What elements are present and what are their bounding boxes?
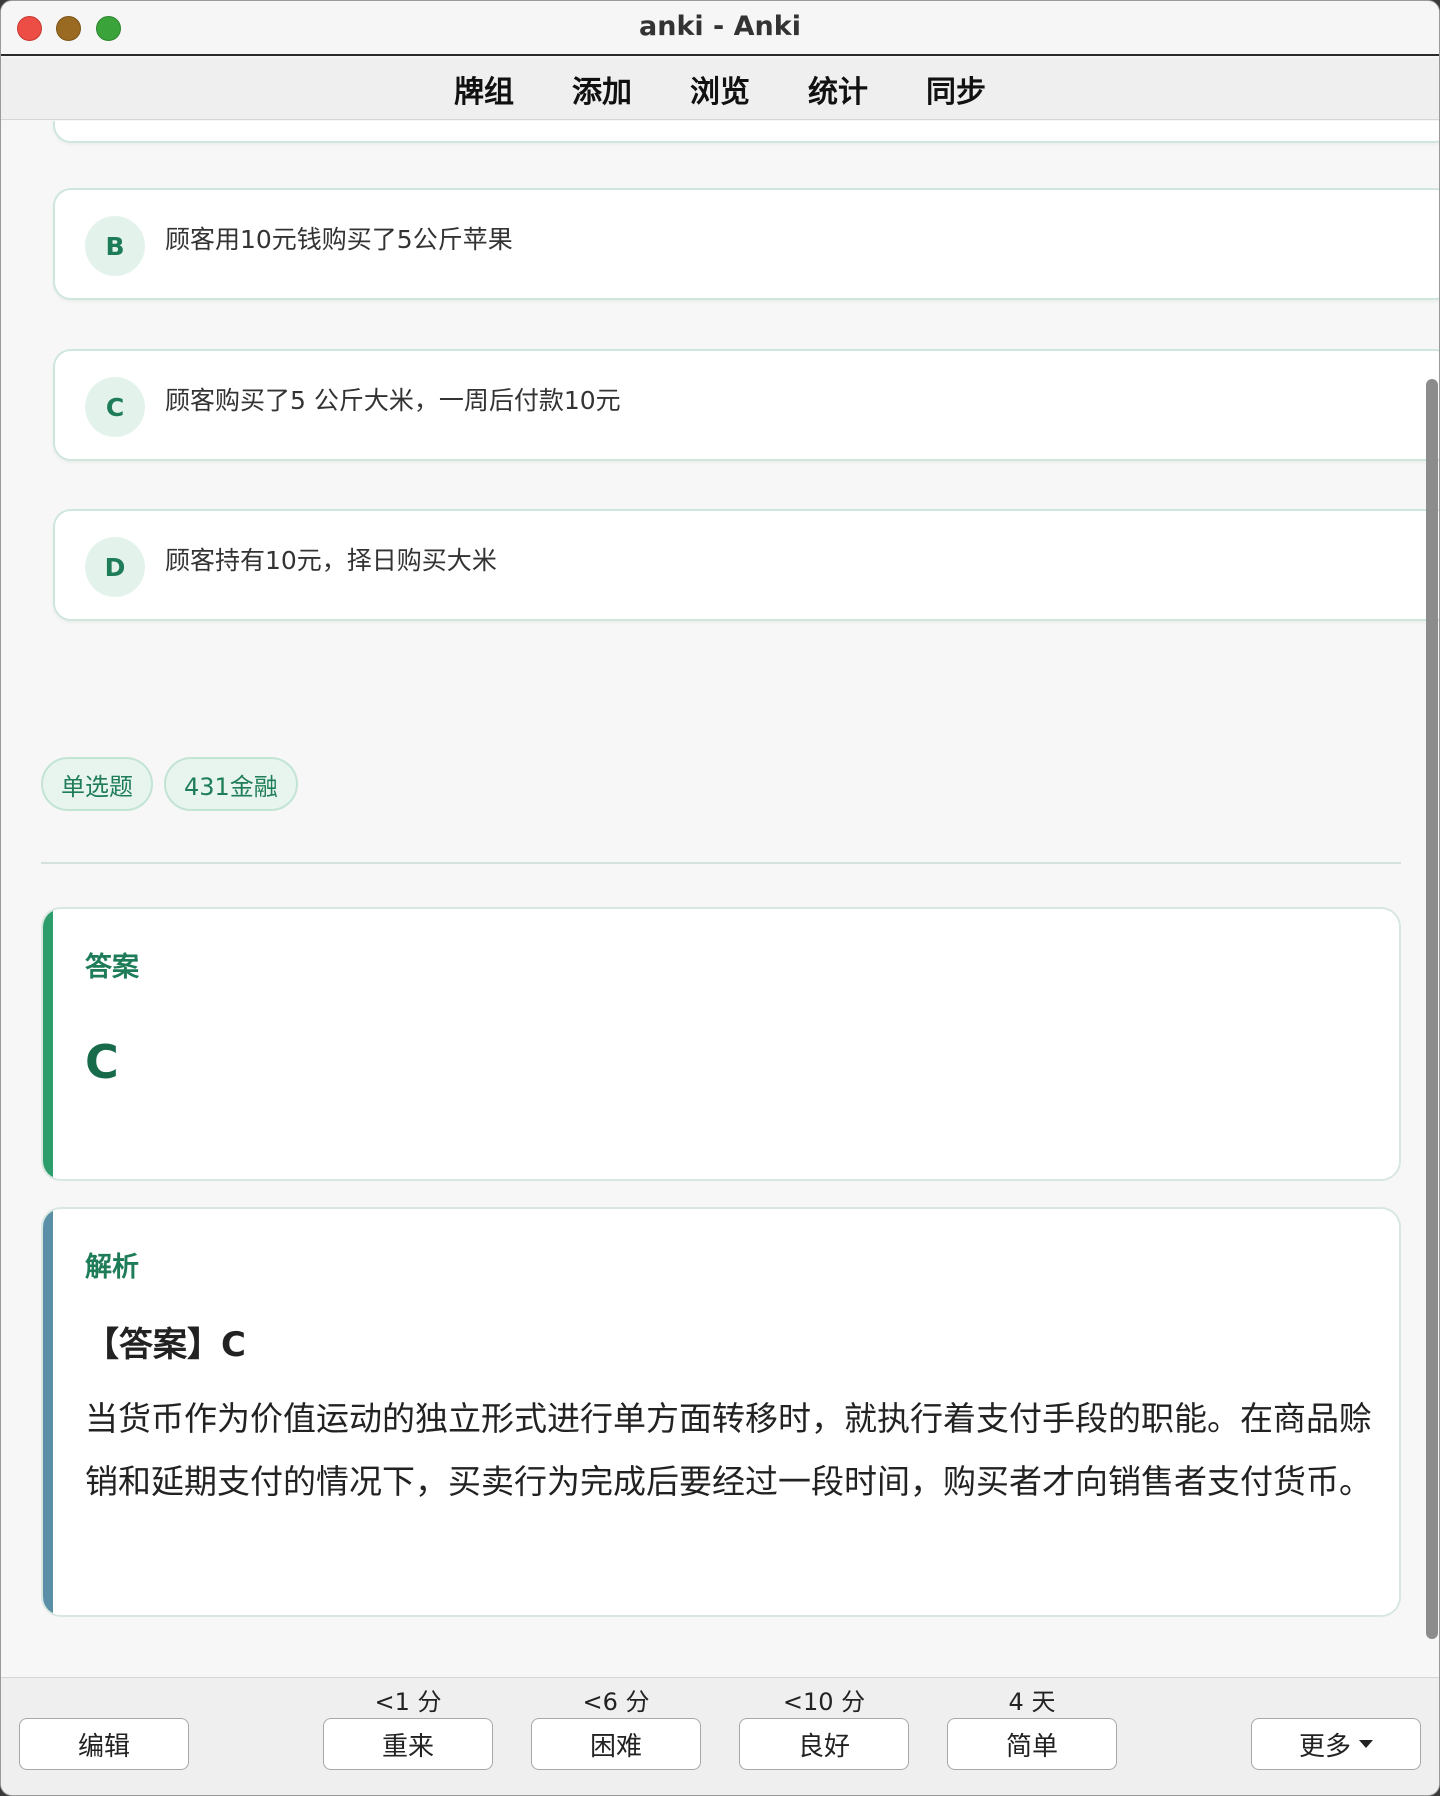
chevron-down-icon [1359,1740,1373,1748]
easy-button-label: 简单 [1005,1731,1058,1762]
answer-value: C [85,1035,119,1089]
option-card-c: C 顾客购买了5 公斤大米，一周后付款10元 [53,349,1439,461]
more-button-label: 更多 [1298,1731,1351,1762]
hard-interval: <6 分 [582,1688,650,1716]
good-button[interactable]: 良好 [739,1718,909,1770]
hard-button-label: 困难 [589,1731,642,1762]
tag-list: 单选题 431金融 [41,757,298,811]
edit-button[interactable]: 编辑 [19,1718,189,1770]
more-button[interactable]: 更多 [1251,1718,1421,1770]
option-text: 顾客购买了5 公斤大米，一周后付款10元 [165,386,621,415]
menu-stats[interactable]: 统计 [779,67,897,111]
good-interval: <10 分 [782,1688,866,1716]
easy-button[interactable]: 简单 [947,1718,1117,1770]
option-text: 顾客用10元钱购买了5公斤苹果 [165,225,513,254]
analysis-label: 解析 [85,1252,139,1283]
anki-window: anki - Anki 牌组 添加 浏览 统计 同步 B 顾客用10元钱购买了5… [0,0,1440,1796]
option-letter-badge: B [85,216,145,276]
option-card-b: B 顾客用10元钱购买了5公斤苹果 [53,188,1439,300]
top-toolbar: 牌组 添加 浏览 统计 同步 [1,58,1439,120]
analysis-card: 解析 【答案】C 当货币作为价值运动的独立形式进行单方面转移时，就执行着支付手段… [41,1207,1401,1617]
answer-label: 答案 [85,952,139,983]
analysis-accent-bar [43,1209,53,1615]
option-letter-badge: D [85,537,145,597]
answer-bar: 编辑 <1 分 重来 <6 分 困难 <10 分 良好 4 天 简单 更多 [1,1677,1439,1795]
option-text: 顾客持有10元，择日购买大米 [165,546,497,575]
hard-button[interactable]: 困难 [531,1718,701,1770]
tag-question-type: 单选题 [41,757,153,811]
menu-decks[interactable]: 牌组 [425,67,543,111]
analysis-text: 当货币作为价值运动的独立形式进行单方面转移时，就执行着支付手段的职能。在商品赊销… [85,1399,1372,1501]
good-button-label: 良好 [797,1731,850,1762]
tag-subject: 431金融 [164,757,298,811]
answer-accent-bar [43,909,53,1179]
menu-browse[interactable]: 浏览 [661,67,779,111]
title-bar: anki - Anki [1,1,1439,56]
again-button[interactable]: 重来 [323,1718,493,1770]
scrollbar[interactable] [1423,121,1439,1677]
answer-card: 答案 C [41,907,1401,1181]
scrollbar-thumb[interactable] [1426,379,1438,1639]
menu-sync[interactable]: 同步 [897,67,1015,111]
answer-divider [41,862,1401,864]
window-title: anki - Anki [639,11,801,42]
option-letter-badge: C [85,377,145,437]
again-button-label: 重来 [381,1731,434,1762]
easy-interval: 4 天 [1008,1688,1056,1716]
option-card-partial [53,121,1439,143]
edit-button-label: 编辑 [77,1731,130,1762]
again-interval: <1 分 [374,1688,442,1716]
analysis-heading: 【答案】C [85,1325,246,1365]
option-card-d: D 顾客持有10元，择日购买大米 [53,509,1439,621]
menu-add[interactable]: 添加 [543,67,661,111]
card-content[interactable]: B 顾客用10元钱购买了5公斤苹果 C 顾客购买了5 公斤大米，一周后付款10元… [1,121,1439,1677]
